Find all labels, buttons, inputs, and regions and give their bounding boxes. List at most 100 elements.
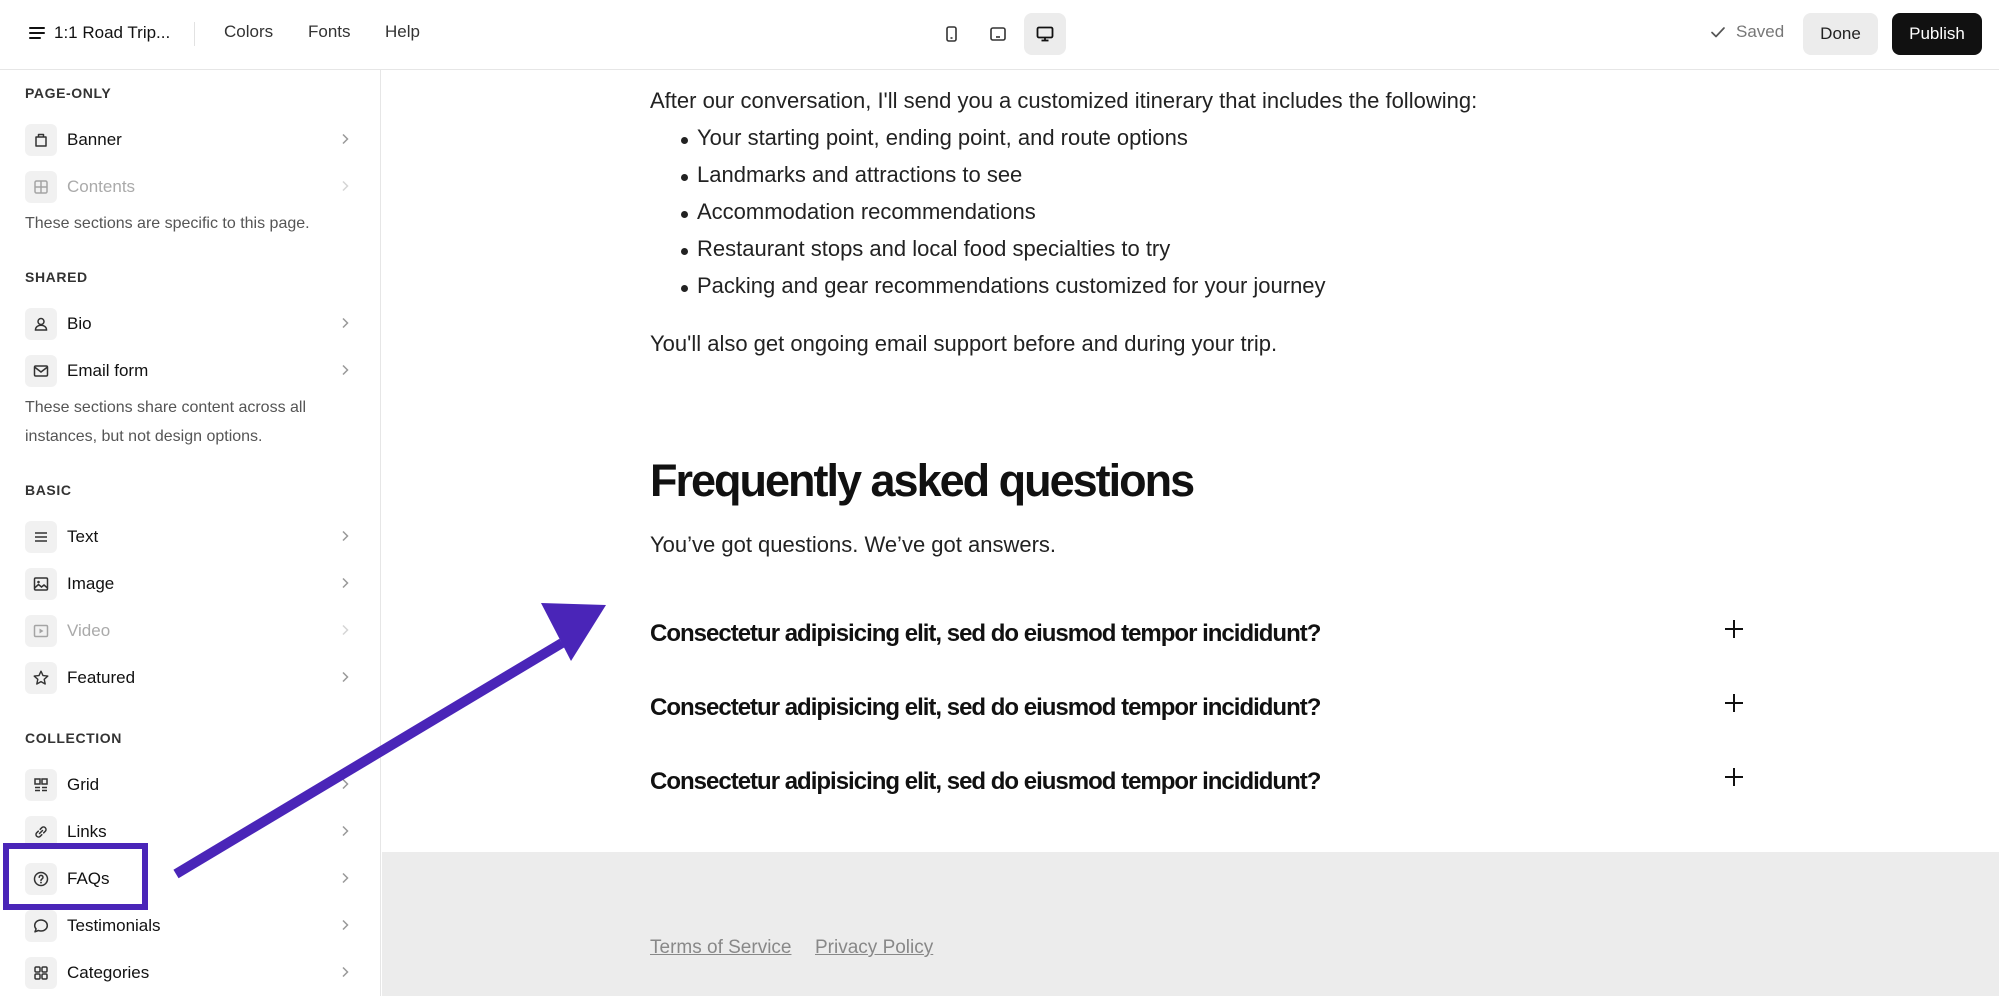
sidebar-item-label: Categories (67, 963, 150, 982)
publish-button[interactable]: Publish (1892, 13, 1982, 55)
sidebar-item-label: Bio (67, 314, 92, 333)
sidebar-item-label: Contents (67, 177, 136, 196)
sidebar-item-contents[interactable]: Contents (0, 163, 380, 209)
terms-link[interactable]: Terms of Service (650, 937, 791, 959)
list-item: Landmarks and attractions to see (650, 162, 1326, 199)
list-item: Restaurant stops and local food specialt… (650, 236, 1326, 273)
plus-icon[interactable] (1723, 692, 1745, 714)
faq-question: Consectetur adipisicing elit, sed do eiu… (650, 768, 1321, 795)
site-menu-button[interactable]: 1:1 Road Trip... (28, 18, 170, 48)
faq-question: Consectetur adipisicing elit, sed do eiu… (650, 694, 1321, 721)
shared-heading: SHARED (25, 269, 88, 285)
image-icon (25, 568, 57, 600)
sidebar-item-bio[interactable]: Bio (0, 300, 380, 346)
privacy-link[interactable]: Privacy Policy (815, 937, 933, 959)
link-icon (25, 816, 57, 848)
chevron-right-icon (342, 872, 349, 884)
hamburger-icon (29, 27, 45, 39)
chevron-right-icon (342, 180, 349, 192)
section-sidebar: PAGE-ONLY Banner Contents These sections… (0, 70, 381, 996)
chevron-right-icon (342, 364, 349, 376)
list-item: Your starting point, ending point, and r… (650, 125, 1326, 162)
plus-icon[interactable] (1723, 618, 1745, 640)
chevron-right-icon (342, 317, 349, 329)
mobile-icon (946, 26, 957, 42)
support-text: You'll also get ongoing email support be… (650, 331, 1278, 356)
divider (194, 22, 195, 46)
person-icon (25, 308, 57, 340)
list-item: Packing and gear recommendations customi… (650, 273, 1326, 310)
sidebar-item-testimonials[interactable]: Testimonials (0, 902, 380, 948)
faq-item[interactable]: Consectetur adipisicing elit, sed do eiu… (650, 686, 1750, 730)
sidebar-item-grid[interactable]: Grid (0, 761, 380, 807)
mobile-view-button[interactable] (930, 13, 972, 55)
sidebar-item-label: Grid (67, 775, 100, 794)
grid-icon (25, 769, 57, 801)
sidebar-item-label: Text (67, 527, 99, 546)
sidebar-item-email-form[interactable]: Email form (0, 347, 380, 393)
sidebar-item-banner[interactable]: Banner (0, 116, 380, 162)
video-play-icon (25, 615, 57, 647)
help-link[interactable]: Help (385, 22, 420, 42)
chevron-right-icon (342, 966, 349, 978)
sidebar-item-label: Image (67, 574, 115, 593)
tablet-icon (990, 27, 1006, 41)
itinerary-list: Your starting point, ending point, and r… (650, 125, 1326, 310)
plus-icon[interactable] (1723, 766, 1745, 788)
collection-heading: COLLECTION (25, 730, 122, 746)
itinerary-intro: After our conversation, I'll send you a … (650, 88, 1478, 113)
faq-question: Consectetur adipisicing elit, sed do eiu… (650, 620, 1321, 647)
envelope-icon (25, 355, 57, 387)
site-title: 1:1 Road Trip... (54, 23, 171, 42)
saved-label: Saved (1736, 22, 1785, 41)
basic-heading: BASIC (25, 482, 72, 498)
top-bar: 1:1 Road Trip... Colors Fonts Help Saved… (0, 0, 1999, 70)
desktop-icon (1036, 26, 1054, 42)
chevron-right-icon (342, 778, 349, 790)
sidebar-item-image[interactable]: Image (0, 560, 380, 606)
faq-item[interactable]: Consectetur adipisicing elit, sed do eiu… (650, 760, 1750, 804)
chevron-right-icon (342, 530, 349, 542)
sidebar-item-featured[interactable]: Featured (0, 654, 380, 700)
question-circle-icon (25, 863, 57, 895)
fonts-link[interactable]: Fonts (308, 22, 351, 42)
faq-item[interactable]: Consectetur adipisicing elit, sed do eiu… (650, 612, 1750, 656)
tablet-view-button[interactable] (977, 13, 1019, 55)
star-icon (25, 662, 57, 694)
saved-status: Saved (1709, 22, 1784, 42)
checkmark-icon (1711, 27, 1725, 38)
sidebar-item-links[interactable]: Links (0, 808, 380, 854)
chevron-right-icon (342, 624, 349, 636)
sidebar-item-categories[interactable]: Categories (0, 949, 380, 995)
sidebar-item-label: FAQs (67, 869, 110, 888)
sidebar-item-label: Banner (67, 130, 122, 149)
sidebar-item-text[interactable]: Text (0, 513, 380, 559)
list-item: Accommodation recommendations (650, 199, 1326, 236)
categories-icon (25, 957, 57, 989)
faq-heading: Frequently asked questions (650, 455, 1195, 506)
faq-subheading: You’ve got questions. We’ve got answers. (650, 532, 1057, 557)
chevron-right-icon (342, 671, 349, 683)
contents-icon (25, 171, 57, 203)
desktop-view-button[interactable] (1024, 13, 1066, 55)
chevron-right-icon (342, 825, 349, 837)
text-lines-icon (25, 521, 57, 553)
page-only-heading: PAGE-ONLY (25, 85, 112, 101)
page-only-note: These sections are specific to this page… (25, 215, 310, 232)
chevron-right-icon (342, 919, 349, 931)
sidebar-item-faqs[interactable]: FAQs (0, 855, 380, 901)
colors-link[interactable]: Colors (224, 22, 273, 42)
sidebar-item-label: Featured (67, 668, 136, 687)
sidebar-item-label: Video (67, 621, 111, 640)
banner-icon (25, 124, 57, 156)
sidebar-item-label: Links (67, 822, 107, 841)
page-preview: After our conversation, I'll send you a … (382, 70, 1999, 996)
page-footer: Terms of Service Privacy Policy (382, 852, 1999, 996)
shared-note: These sections share content across all … (25, 399, 307, 445)
chevron-right-icon (342, 577, 349, 589)
done-button[interactable]: Done (1803, 13, 1878, 55)
sidebar-item-video[interactable]: Video (0, 607, 380, 653)
speech-bubble-icon (25, 910, 57, 942)
chevron-right-icon (342, 133, 349, 145)
sidebar-item-label: Testimonials (67, 916, 161, 935)
